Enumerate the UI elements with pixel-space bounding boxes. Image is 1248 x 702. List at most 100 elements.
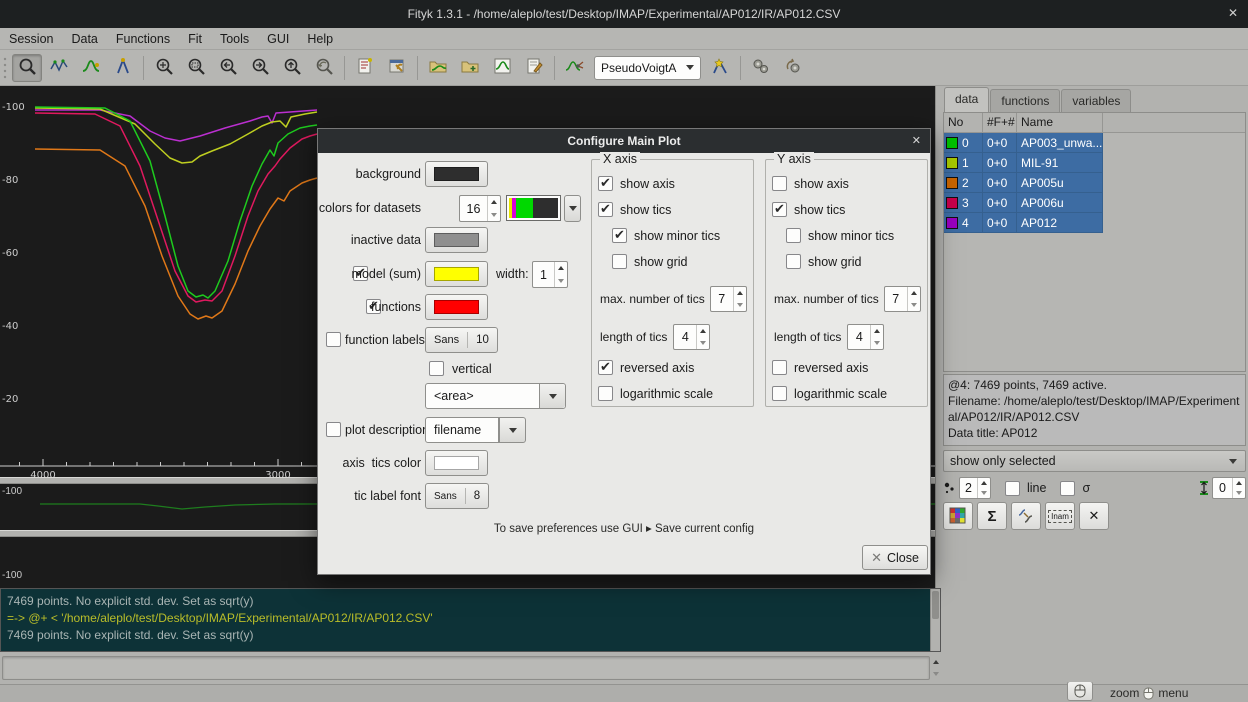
y-show-axis-checkbox[interactable] [772, 176, 787, 191]
description-dropdown[interactable]: filename [425, 417, 499, 443]
line-checkbox[interactable] [1005, 481, 1020, 496]
description-dropdown-arrow[interactable] [499, 417, 526, 443]
tab-variables[interactable]: variables [1061, 89, 1131, 112]
column-header-no[interactable]: No [944, 113, 983, 132]
x-show-minor-checkbox[interactable] [612, 228, 627, 243]
menu-gui[interactable]: GUI [258, 29, 298, 49]
x-max-tics-spinner[interactable]: 7 [710, 286, 747, 312]
dataset-color-swatch[interactable] [946, 197, 958, 209]
open-file-button[interactable] [423, 54, 453, 82]
dataset-color-swatch[interactable] [946, 137, 958, 149]
command-input[interactable] [2, 656, 930, 680]
run-fit-button[interactable] [560, 54, 590, 82]
close-button[interactable]: ✕ Close [862, 545, 928, 570]
menu-session[interactable]: Session [0, 29, 62, 49]
dataset-color-swatch[interactable] [946, 217, 958, 229]
dialog-close-icon[interactable]: ✕ [912, 134, 921, 147]
y-show-minor-checkbox[interactable] [786, 228, 801, 243]
table-row[interactable]: 1 0+0 MIL-91 [944, 153, 1245, 173]
function-labels-checkbox[interactable] [326, 332, 341, 347]
tic-font-button[interactable]: Sans 8 [425, 483, 489, 509]
table-row[interactable]: 2 0+0 AP005u [944, 173, 1245, 193]
point-size-spinner[interactable]: 2 [959, 477, 991, 499]
y-show-grid-checkbox[interactable] [786, 254, 801, 269]
label-mode-value: <area> [426, 389, 539, 403]
y-shift-spinner[interactable]: 0 [1212, 477, 1246, 499]
background-color-button[interactable] [425, 161, 488, 187]
copy-function-button[interactable] [1011, 502, 1041, 530]
continue-button[interactable] [778, 54, 808, 82]
axis-tics-color-button[interactable] [425, 450, 488, 476]
output-console[interactable]: 7469 points. No explicit std. dev. Set a… [0, 588, 941, 652]
datasets-count-spinner[interactable]: 16 [459, 195, 501, 222]
x-reversed-checkbox[interactable] [598, 360, 613, 375]
inactive-color-button[interactable] [425, 227, 488, 253]
dataset-color-swatch[interactable] [946, 177, 958, 189]
zoom-mode-button[interactable] [12, 54, 42, 82]
zoom-undo-button[interactable] [309, 54, 339, 82]
menu-data[interactable]: Data [62, 29, 106, 49]
delete-dataset-button[interactable]: ✕ [1079, 502, 1109, 530]
zoom-vert-button[interactable] [277, 54, 307, 82]
zoom-right-button[interactable] [245, 54, 275, 82]
table-row[interactable]: 3 0+0 AP006u [944, 193, 1245, 213]
toolbar-drag-handle[interactable] [2, 55, 9, 81]
edit-script-button[interactable] [519, 54, 549, 82]
data-range-mode-button[interactable] [44, 54, 74, 82]
table-row[interactable]: 4 0+0 AP012 [944, 213, 1245, 233]
y-tic-len-spinner[interactable]: 4 [847, 324, 884, 350]
y-reversed-checkbox[interactable] [772, 360, 787, 375]
mouse-hint-button[interactable] [1067, 681, 1093, 701]
show-filter-dropdown[interactable]: show only selected [943, 450, 1246, 472]
sum-datasets-button[interactable]: Σ [977, 502, 1007, 530]
console-scrollbar-thumb[interactable] [932, 591, 939, 619]
peak-type-combobox[interactable]: PseudoVoigtA [594, 56, 701, 80]
add-peak-mode-button[interactable] [76, 54, 106, 82]
y-log-checkbox[interactable] [772, 386, 787, 401]
data-title-button[interactable]: Inam [1045, 502, 1075, 530]
y-show-tics-checkbox[interactable] [772, 202, 787, 217]
x-log-checkbox[interactable] [598, 386, 613, 401]
zoom-left-button[interactable] [213, 54, 243, 82]
table-row[interactable]: 0 0+0 AP003_unwa... [944, 133, 1245, 153]
menu-fit[interactable]: Fit [179, 29, 211, 49]
tab-functions[interactable]: functions [990, 89, 1060, 112]
label-mode-dropdown[interactable]: <area> [425, 383, 566, 409]
window-close-icon[interactable]: ✕ [1228, 6, 1238, 20]
labels-font-button[interactable]: Sans 10 [425, 327, 498, 353]
execute-button[interactable] [746, 54, 776, 82]
model-color-button[interactable] [425, 261, 488, 287]
column-header-name[interactable]: Name [1017, 113, 1103, 132]
dialog-titlebar[interactable]: Configure Main Plot ✕ [318, 129, 930, 153]
zoom-box-button[interactable] [181, 54, 211, 82]
x-tic-len-spinner[interactable]: 4 [673, 324, 710, 350]
add-peak-button[interactable] [705, 54, 735, 82]
add-point-mode-button[interactable] [108, 54, 138, 82]
gui-config-button[interactable] [382, 54, 412, 82]
configure-main-plot-dialog: Configure Main Plot ✕ background colors … [317, 128, 931, 575]
menu-help[interactable]: Help [298, 29, 342, 49]
export-image-button[interactable] [487, 54, 517, 82]
open-recent-button[interactable] [455, 54, 485, 82]
x-show-tics-checkbox[interactable] [598, 202, 613, 217]
dataset-colors-dropdown[interactable] [564, 195, 581, 222]
functions-color-button[interactable] [425, 294, 488, 320]
width-spinner[interactable]: 1 [532, 261, 568, 288]
sigma-checkbox[interactable] [1060, 481, 1075, 496]
zoom-all-button[interactable] [149, 54, 179, 82]
command-history-spinner[interactable] [931, 656, 941, 680]
x-show-axis-checkbox[interactable] [598, 176, 613, 191]
dataset-colors-strip[interactable] [506, 195, 561, 221]
menu-functions[interactable]: Functions [107, 29, 179, 49]
x-show-grid-checkbox[interactable] [612, 254, 627, 269]
column-header-f[interactable]: #F+# [983, 113, 1017, 132]
tab-data[interactable]: data [944, 87, 989, 112]
vertical-checkbox[interactable] [429, 361, 444, 376]
menu-tools[interactable]: Tools [211, 29, 258, 49]
plot-description-checkbox[interactable] [326, 422, 341, 437]
y-max-tics-spinner[interactable]: 7 [884, 286, 921, 312]
dataset-colors-button[interactable] [943, 502, 973, 530]
dataset-color-swatch[interactable] [946, 157, 958, 169]
script-log-button[interactable] [350, 54, 380, 82]
console-scrollbar[interactable] [930, 589, 940, 651]
